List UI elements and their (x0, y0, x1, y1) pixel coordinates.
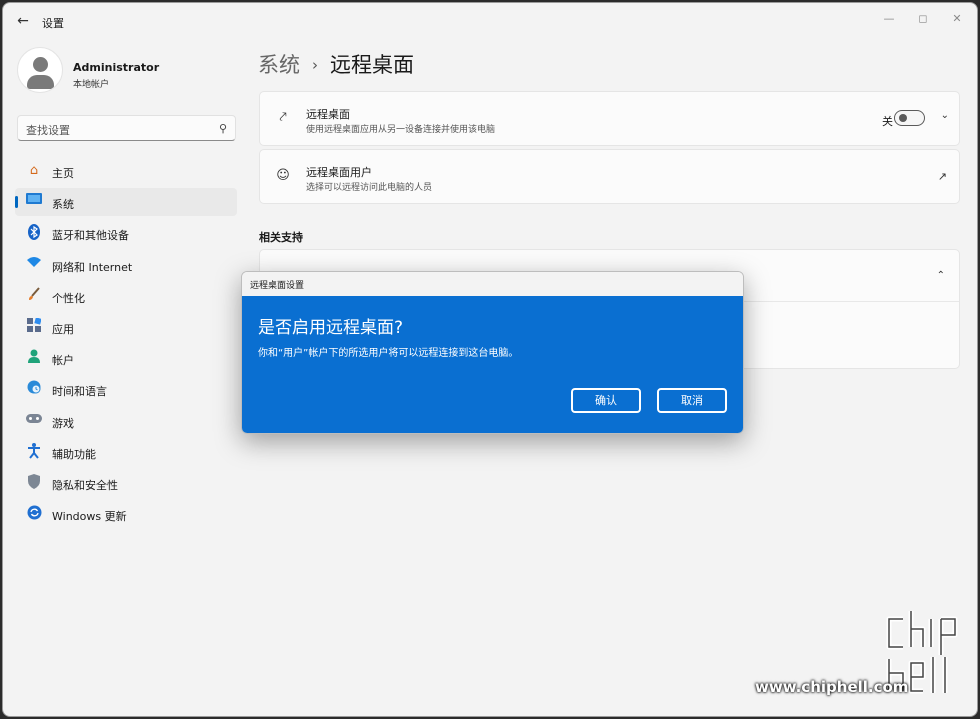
sidebar-item-label: 游戏 (52, 416, 74, 430)
sidebar-item-home[interactable]: ⌂ 主页 (15, 157, 237, 185)
sidebar-item-label: 隐私和安全性 (52, 478, 118, 492)
remote-desktop-icon: ⤤ (279, 110, 287, 125)
globe-icon (25, 380, 43, 398)
sidebar-item-label: 应用 (52, 322, 74, 336)
apps-icon (25, 317, 43, 336)
title-bar: ← 设置 — ◻ ✕ (3, 3, 977, 39)
breadcrumb: 系统 › 远程桌面 (258, 49, 414, 79)
close-icon[interactable]: ✕ (945, 9, 969, 29)
bluetooth-icon (25, 224, 43, 242)
update-icon (25, 505, 43, 523)
card-subtitle: 使用远程桌面应用从另一设备连接并使用该电脑 (306, 125, 496, 135)
sidebar-item-label: 个性化 (52, 291, 85, 305)
accessibility-icon (25, 442, 43, 461)
user-profile[interactable]: Administrator 本地帐户 (17, 47, 237, 99)
watermark: www.chiphell.com (755, 678, 909, 696)
page-title: 远程桌面 (330, 53, 414, 77)
sidebar-item-gaming[interactable]: 游戏 (15, 407, 237, 435)
maximize-icon[interactable]: ◻ (911, 9, 935, 29)
sidebar-item-windows-update[interactable]: Windows 更新 (15, 500, 237, 528)
card-title: 远程桌面用户 (306, 166, 372, 179)
sidebar-nav: ⌂ 主页 系统 蓝牙和其他设备 网络和 Internet 个性化 应用 帐户 时… (15, 157, 237, 531)
dialog-message: 你和“用户”帐户下的所选用户将可以远程连接到这台电脑。 (258, 348, 519, 359)
search-placeholder: 查找设置 (26, 124, 70, 137)
card-subtitle: 选择可以远程访问此电脑的人员 (306, 183, 433, 193)
account-icon (25, 349, 43, 367)
sidebar-item-time-language[interactable]: 时间和语言 (15, 375, 237, 403)
user-name: Administrator (73, 61, 160, 74)
sidebar-item-label: 辅助功能 (52, 447, 96, 461)
remote-desktop-card[interactable]: ⤤ 远程桌面 使用远程桌面应用从另一设备连接并使用该电脑 关 ⌄ (259, 91, 960, 146)
breadcrumb-parent[interactable]: 系统 (258, 53, 300, 77)
avatar (17, 47, 63, 93)
sidebar-item-apps[interactable]: 应用 (15, 313, 237, 341)
minimize-icon[interactable]: — (877, 9, 901, 29)
dialog-heading: 是否启用远程桌面? (258, 318, 404, 338)
chevron-down-icon[interactable]: ⌄ (941, 110, 949, 121)
remote-desktop-users-card[interactable]: ☺ 远程桌面用户 选择可以远程访问此电脑的人员 ↗ (259, 149, 960, 204)
dialog-window-title: 远程桌面设置 (250, 281, 305, 291)
sidebar-item-label: 系统 (52, 198, 74, 212)
search-icon: ⚲ (218, 122, 227, 135)
gamepad-icon (25, 412, 43, 430)
sidebar-item-label: 时间和语言 (52, 385, 107, 399)
confirm-button[interactable]: 确认 (571, 388, 641, 413)
users-icon: ☺ (276, 168, 290, 183)
wifi-icon (25, 256, 43, 274)
sidebar-item-accounts[interactable]: 帐户 (15, 344, 237, 372)
related-support-heading: 相关支持 (259, 231, 303, 244)
sidebar-item-label: 网络和 Internet (52, 260, 133, 274)
back-arrow-icon[interactable]: ← (13, 11, 33, 31)
brush-icon (25, 287, 43, 305)
sidebar-item-label: 主页 (52, 167, 74, 180)
remote-desktop-toggle[interactable] (894, 110, 925, 126)
dialog-title-bar: 远程桌面设置 (242, 272, 743, 296)
sidebar-item-network[interactable]: 网络和 Internet (15, 251, 237, 279)
system-icon (25, 193, 43, 211)
settings-window: ← 设置 — ◻ ✕ Administrator 本地帐户 查找设置 ⚲ ⌂ 主… (2, 2, 978, 717)
toggle-state-label: 关 (882, 115, 893, 128)
external-link-icon: ↗ (937, 170, 947, 183)
remote-desktop-dialog: 远程桌面设置 是否启用远程桌面? 你和“用户”帐户下的所选用户将可以远程连接到这… (241, 271, 744, 434)
sidebar-item-label: 帐户 (52, 354, 74, 368)
sidebar-item-accessibility[interactable]: 辅助功能 (15, 438, 237, 466)
card-title: 远程桌面 (306, 108, 350, 121)
sidebar-item-bluetooth[interactable]: 蓝牙和其他设备 (15, 219, 237, 247)
sidebar-item-label: 蓝牙和其他设备 (52, 229, 129, 243)
shield-icon (25, 473, 43, 492)
sidebar-item-label: Windows 更新 (52, 510, 127, 524)
dialog-body: 是否启用远程桌面? 你和“用户”帐户下的所选用户将可以远程连接到这台电脑。 确认… (242, 296, 743, 433)
search-input[interactable]: 查找设置 ⚲ (17, 115, 236, 141)
home-icon: ⌂ (29, 163, 39, 178)
chevron-up-icon[interactable]: ⌃ (937, 270, 945, 281)
cancel-button[interactable]: 取消 (657, 388, 727, 413)
account-type: 本地帐户 (73, 80, 110, 90)
sidebar-item-privacy[interactable]: 隐私和安全性 (15, 469, 237, 497)
sidebar-item-personalization[interactable]: 个性化 (15, 282, 237, 310)
chevron-right-icon: › (312, 56, 318, 74)
app-title: 设置 (42, 17, 64, 30)
sidebar-item-system[interactable]: 系统 (15, 188, 237, 217)
